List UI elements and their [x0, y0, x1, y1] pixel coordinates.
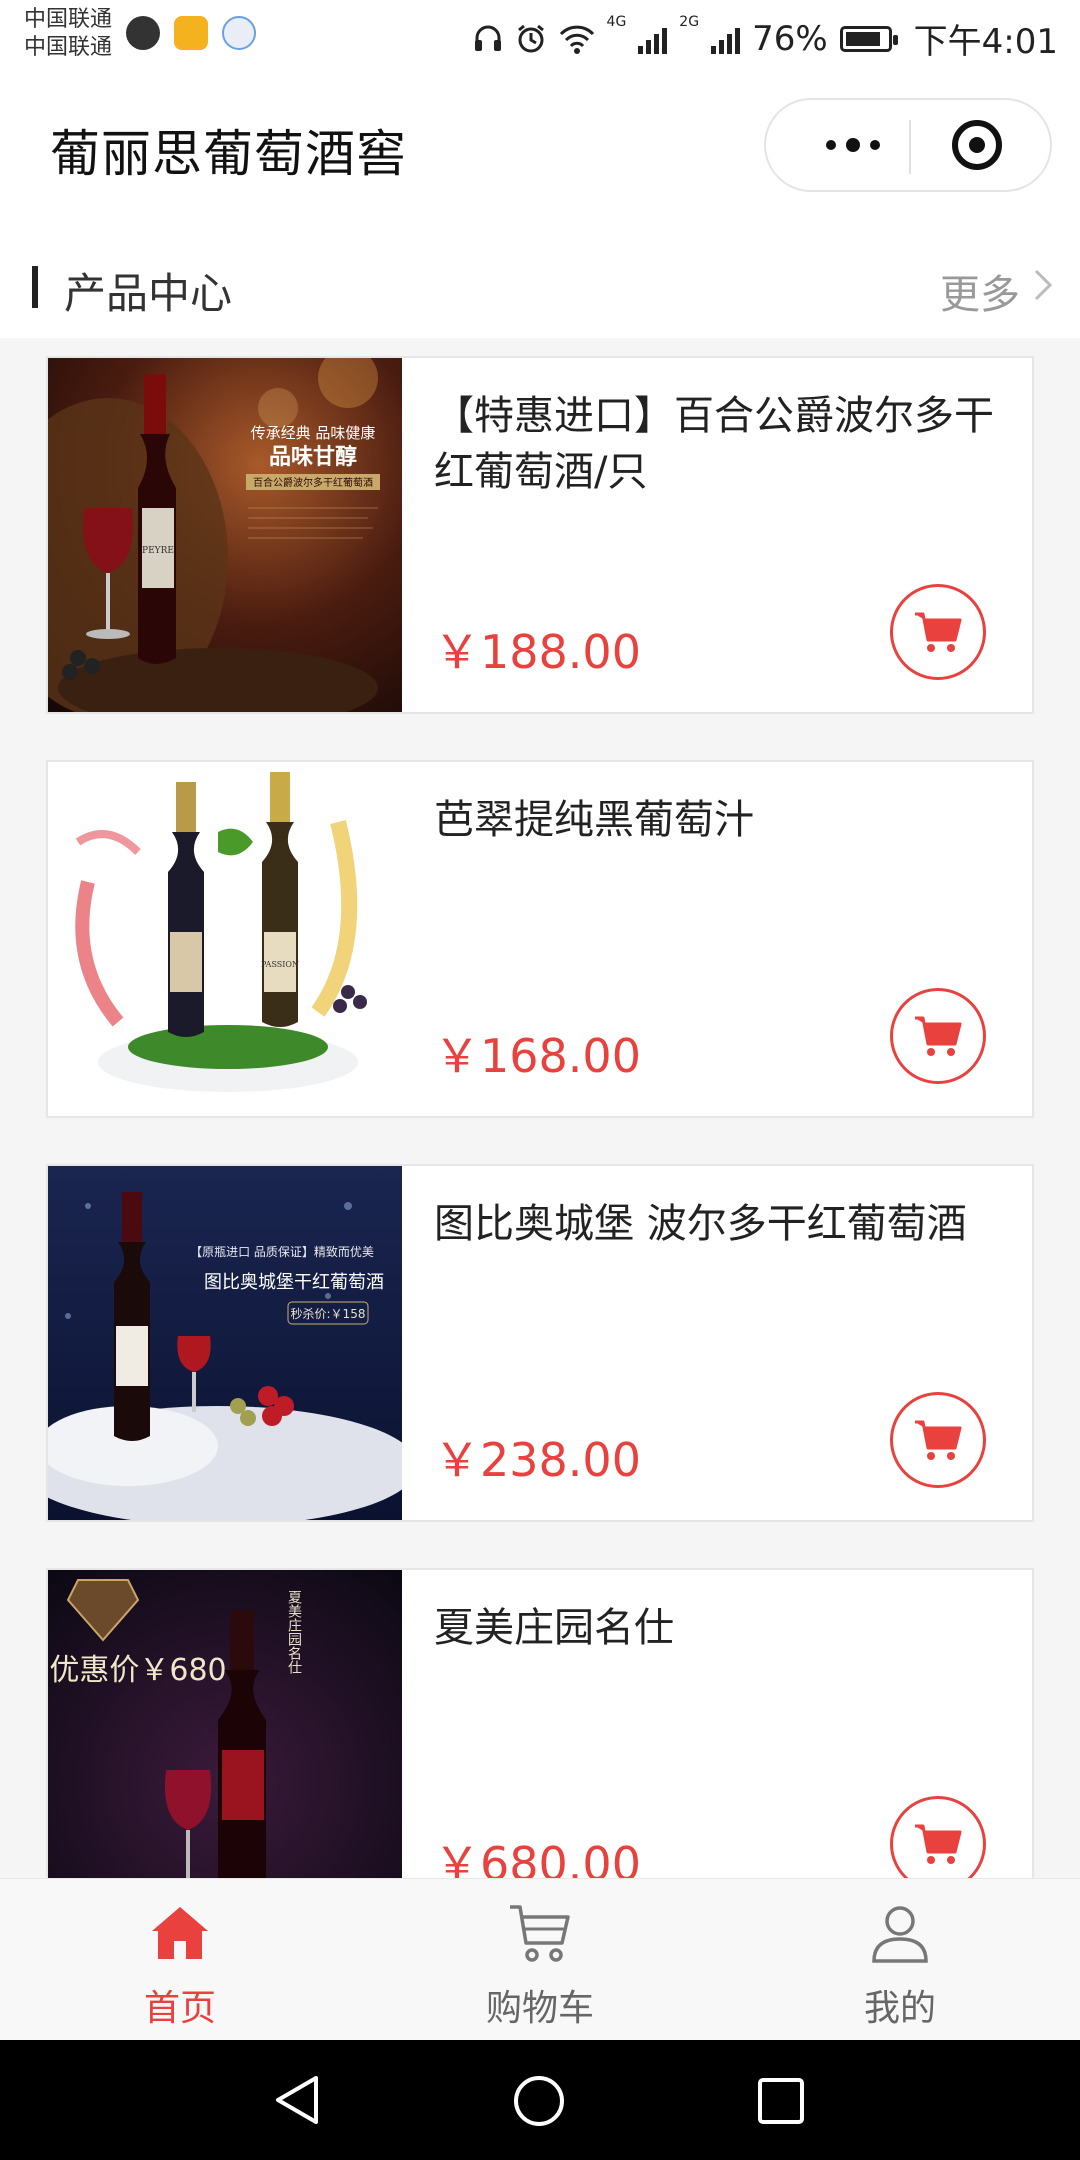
- product-card[interactable]: PEYRE 传承经典 品味健康 品味甘醇 百合公爵波尔多干红葡萄酒 【特惠进口】…: [46, 356, 1034, 714]
- thumb-slogan: 传承经典 品味健康: [251, 424, 376, 442]
- add-to-cart-button[interactable]: [890, 584, 986, 680]
- notification-icons: [126, 16, 256, 50]
- product-card[interactable]: 优惠价￥680 夏美庄园名仕 夏美庄园名仕 ￥680.00: [46, 1568, 1034, 1878]
- add-to-cart-button[interactable]: [890, 1796, 986, 1878]
- section-accent-bar: [32, 266, 38, 308]
- product-image: 【原瓶进口 品质保证】精致而优美 图比奥城堡干红葡萄酒 秒杀价:￥158: [48, 1166, 402, 1520]
- target-icon[interactable]: [952, 120, 1002, 170]
- tab-label: 首页: [143, 1988, 216, 2029]
- carrier-2: 中国联通: [24, 35, 113, 60]
- product-card[interactable]: PASSION 芭翠提纯黑葡萄汁 ￥168.00: [46, 760, 1034, 1118]
- signal-1-icon: [638, 24, 668, 54]
- add-to-cart-button[interactable]: [890, 1392, 986, 1488]
- section-title: 产品中心: [64, 269, 233, 318]
- thumb-caption: 秒杀价:￥158: [291, 1306, 366, 1321]
- tab-profile[interactable]: 我的: [720, 1879, 1080, 2041]
- carrier-1: 中国联通: [24, 7, 113, 32]
- chevron-right-icon[interactable]: [1028, 268, 1058, 302]
- product-name[interactable]: 【特惠进口】百合公爵波尔多干红葡萄酒/只: [434, 388, 1004, 500]
- cart-icon: [915, 1420, 962, 1460]
- cart-icon: [510, 1905, 570, 1962]
- more-dots-icon[interactable]: [808, 100, 898, 190]
- bottle-label-text: PEYRE: [142, 546, 174, 556]
- signal-2-icon: [711, 24, 741, 54]
- system-navigation-bar: [0, 2040, 1080, 2160]
- thumb-caption: 夏美庄园名仕: [286, 1590, 302, 1674]
- capsule-divider: [909, 120, 911, 174]
- battery-icon: [839, 25, 898, 52]
- more-link[interactable]: 更多: [940, 262, 1020, 320]
- wifi-icon: [559, 25, 594, 54]
- clock: 下午4:01: [913, 22, 1058, 62]
- network-type-2: 2G: [679, 14, 700, 30]
- carrier-labels: 中国联通 中国联通: [24, 6, 112, 62]
- back-icon[interactable]: [272, 2074, 324, 2126]
- map-notify-icon: [222, 16, 256, 50]
- tab-home[interactable]: 首页: [0, 1879, 360, 2041]
- user-icon: [872, 1906, 928, 1963]
- thumb-headline: 品味甘醇: [269, 444, 357, 470]
- product-name[interactable]: 夏美庄园名仕: [434, 1600, 1004, 1656]
- home-icon: [152, 1907, 208, 1959]
- tab-bar: 首页 购物车 我的: [0, 1878, 1080, 2041]
- product-list: PEYRE 传承经典 品味健康 品味甘醇 百合公爵波尔多干红葡萄酒 【特惠进口】…: [0, 338, 1080, 1878]
- alarm-icon: [517, 24, 544, 52]
- app-notify-icon: [126, 16, 160, 50]
- recents-icon[interactable]: [756, 2076, 806, 2126]
- tab-label: 我的: [863, 1988, 936, 2029]
- weibo-notify-icon: [174, 16, 208, 50]
- product-price: ￥168.00: [434, 1029, 641, 1083]
- thumb-caption: 百合公爵波尔多干红葡萄酒: [253, 476, 373, 489]
- battery-percent: 76%: [752, 18, 828, 59]
- headset-icon: [474, 25, 501, 51]
- cart-icon: [915, 612, 962, 652]
- status-indicators: 4G 2G 76% 下午4:01: [473, 14, 1058, 63]
- page-title: 葡丽思葡萄酒窖: [50, 125, 407, 183]
- product-price: ￥188.00: [434, 625, 641, 679]
- product-name[interactable]: 芭翠提纯黑葡萄汁: [434, 792, 1004, 848]
- status-bar: 中国联通 中国联通 4G 2G 76% 下午4:01: [0, 0, 1080, 76]
- network-type-1: 4G: [606, 14, 627, 30]
- menu-capsule: [764, 98, 1052, 192]
- thumb-headline: 优惠价￥680: [49, 1653, 226, 1688]
- tab-label: 购物车: [485, 1988, 594, 2029]
- product-price: ￥680.00: [434, 1837, 641, 1878]
- tab-cart[interactable]: 购物车: [360, 1879, 720, 2041]
- home-circle-icon[interactable]: [512, 2074, 566, 2128]
- mini-program-navbar: 葡丽思葡萄酒窖: [0, 76, 1080, 216]
- product-image: PEYRE 传承经典 品味健康 品味甘醇 百合公爵波尔多干红葡萄酒: [48, 358, 402, 712]
- cart-icon: [915, 1824, 962, 1864]
- product-image: PASSION: [48, 762, 402, 1116]
- product-price: ￥238.00: [434, 1433, 641, 1487]
- thumb-headline: 图比奥城堡干红葡萄酒: [204, 1272, 384, 1293]
- section-header: 产品中心 更多: [0, 216, 1080, 338]
- thumb-slogan: 【原瓶进口 品质保证】精致而优美: [190, 1245, 374, 1259]
- add-to-cart-button[interactable]: [890, 988, 986, 1084]
- product-card[interactable]: 【原瓶进口 品质保证】精致而优美 图比奥城堡干红葡萄酒 秒杀价:￥158 图比奥…: [46, 1164, 1034, 1522]
- bottle-label-text: PASSION: [261, 960, 299, 969]
- product-image: 优惠价￥680 夏美庄园名仕: [48, 1570, 402, 1878]
- product-name[interactable]: 图比奥城堡 波尔多干红葡萄酒: [434, 1196, 1004, 1252]
- cart-icon: [915, 1016, 962, 1056]
